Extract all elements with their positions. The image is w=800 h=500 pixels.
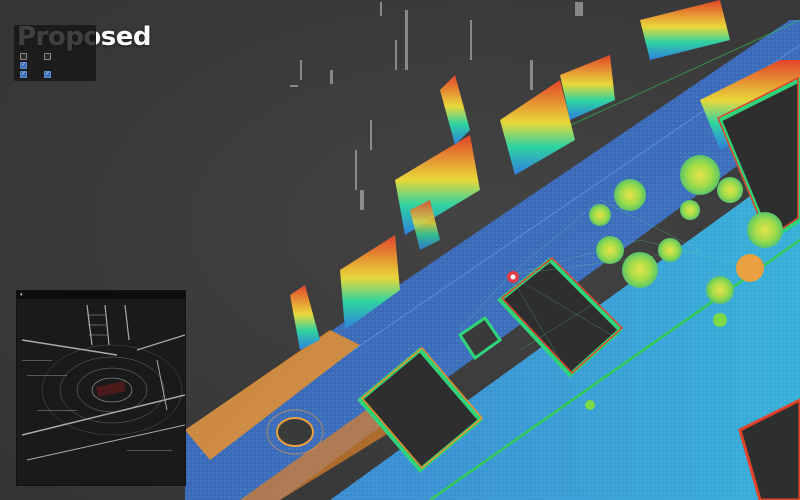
display-options-panel[interactable]: ✓ ✓ ✓: [14, 25, 96, 81]
option-checkbox-4[interactable]: ✓: [20, 71, 27, 78]
collapse-icon[interactable]: ▾: [20, 292, 23, 298]
option-checkbox-5[interactable]: ✓: [44, 71, 51, 78]
vehicle-marker: [507, 271, 519, 283]
submap-scan-render: [21, 304, 185, 461]
submap-window[interactable]: ▾: [16, 290, 186, 486]
option-row-2[interactable]: [44, 53, 54, 60]
submap-titlebar[interactable]: ▾: [17, 291, 185, 299]
option-row-4[interactable]: ✓: [20, 71, 30, 78]
option-checkbox-3[interactable]: ✓: [20, 62, 27, 69]
option-row-3[interactable]: ✓: [20, 62, 30, 69]
option-checkbox-1[interactable]: [20, 53, 27, 60]
option-row-5[interactable]: ✓: [44, 71, 51, 78]
submap-canvas[interactable]: [17, 300, 185, 485]
option-row-1[interactable]: [20, 53, 30, 60]
option-checkbox-2[interactable]: [44, 53, 51, 60]
